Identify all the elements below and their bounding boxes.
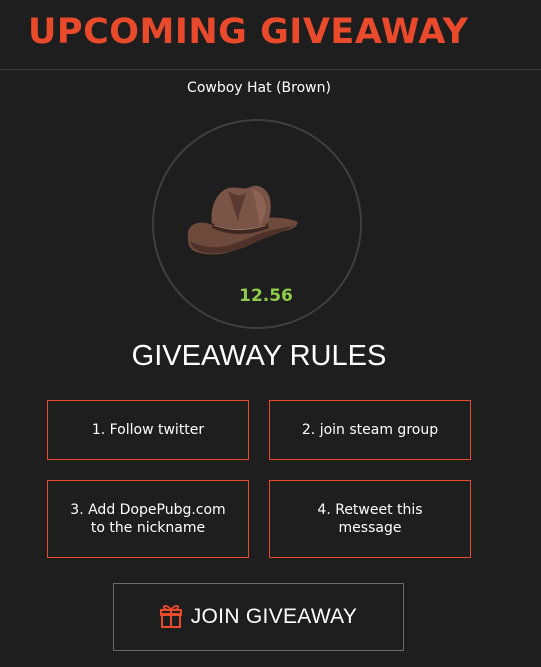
page-title: UPCOMING GIVEAWAY [28, 12, 469, 52]
rule-label: 1. Follow twitter [91, 422, 205, 438]
rule-add-nickname[interactable]: 3. Add DopePubg.com to the nickname [47, 480, 249, 558]
item-display: 12.56 [152, 119, 362, 329]
join-giveaway-button[interactable]: JOIN GIVEAWAY [113, 583, 404, 651]
rule-label: 2. join steam group [301, 422, 439, 438]
rule-label: 4. Retweet this message [317, 502, 423, 536]
item-name: Cowboy Hat (Brown) [187, 80, 331, 96]
header: UPCOMING GIVEAWAY [0, 0, 541, 70]
rule-follow-twitter[interactable]: 1. Follow twitter [47, 400, 249, 460]
item-price: 12.56 [239, 286, 293, 306]
cowboy-hat-icon [187, 185, 298, 255]
gift-icon [159, 604, 182, 628]
rule-retweet-message[interactable]: 4. Retweet this message [269, 480, 471, 558]
join-giveaway-label: JOIN GIVEAWAY [190, 605, 358, 628]
rules-title: GIVEAWAY RULES [131, 340, 387, 372]
rule-label: 3. Add DopePubg.com to the nickname [70, 502, 226, 536]
rule-join-steam-group[interactable]: 2. join steam group [269, 400, 471, 460]
